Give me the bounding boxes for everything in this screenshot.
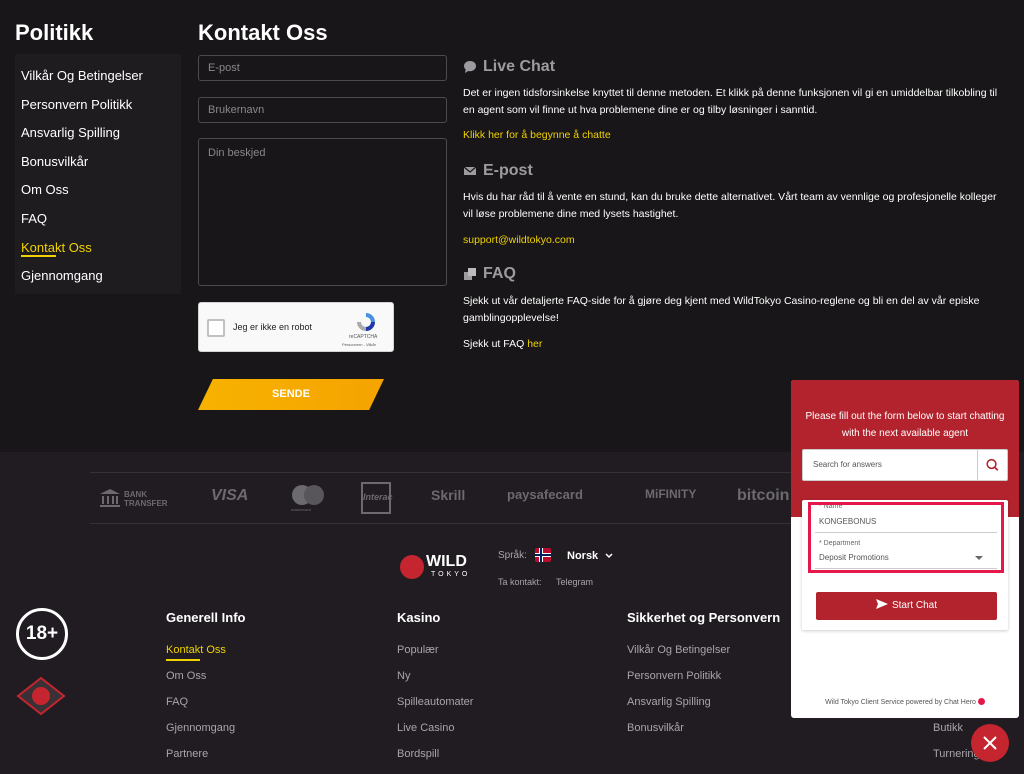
footer-link-bonus-terms[interactable]: Bonusvilkår xyxy=(627,722,684,734)
faq-cta-prefix: Sjekk ut FAQ xyxy=(463,338,528,350)
footer-link-shop[interactable]: Butikk xyxy=(933,722,963,734)
language-label: Språk: xyxy=(498,550,527,561)
norway-flag-icon xyxy=(535,548,551,562)
bank-icon xyxy=(100,489,120,507)
chat-intro-text: Please fill out the form below to start … xyxy=(805,411,1005,439)
payment-mastercard: mastercard xyxy=(291,507,312,512)
sidebar-item-responsible[interactable]: Ansvarlig Spilling xyxy=(21,125,120,140)
chat-search-placeholder: Search for answers xyxy=(813,460,882,469)
recaptcha-links[interactable]: Personvern - Vilkår xyxy=(342,342,376,347)
sidebar-item-review[interactable]: Gjennomgang xyxy=(21,268,103,283)
payment-mifinity: MiFINITY xyxy=(645,487,697,501)
active-underline xyxy=(21,255,56,257)
footer-link-review[interactable]: Gjennomgang xyxy=(166,722,235,734)
logo-wild: WILD xyxy=(426,553,467,570)
email-field[interactable]: E-post xyxy=(198,55,447,81)
language-select[interactable]: Norsk xyxy=(567,550,598,562)
footer-general-title: Generell Info xyxy=(166,610,246,625)
footer-link-contact[interactable]: Kontakt Oss xyxy=(166,644,226,656)
sidebar-item-terms[interactable]: Vilkår Og Betingelser xyxy=(21,68,143,83)
send-arrow-icon xyxy=(875,599,888,609)
recaptcha-checkbox[interactable] xyxy=(207,319,225,337)
footer-link-new[interactable]: Ny xyxy=(397,670,410,682)
footer-active-underline xyxy=(166,659,200,661)
payment-bank-transfer: BANK TRANSFER xyxy=(124,490,168,508)
recaptcha-logo-icon xyxy=(357,313,375,331)
faq-cta: Sjekk ut FAQ her xyxy=(463,336,1008,353)
chat-footer-text: Wild Tokyo Client Service powered by Cha… xyxy=(825,699,976,706)
email-text: Hvis du har råd til å vente en stund, ka… xyxy=(463,191,997,220)
sidebar-title: Politikk xyxy=(15,20,94,45)
faq-here-link[interactable]: her xyxy=(527,338,542,350)
sidebar-nav: Vilkår Og Betingelser Personvern Politik… xyxy=(15,54,181,294)
live-chat-title: Live Chat xyxy=(483,58,556,75)
sidebar-item-bonus-terms[interactable]: Bonusvilkår xyxy=(21,154,88,169)
footer-link-slots[interactable]: Spilleautomater xyxy=(397,696,473,708)
chat-search-input[interactable]: Search for answers xyxy=(802,449,1008,481)
sidebar-item-privacy[interactable]: Personvern Politikk xyxy=(21,97,132,112)
message-textarea[interactable]: Din beskjed xyxy=(198,138,447,286)
page-title: Kontakt Oss xyxy=(198,20,328,45)
responsible-gambling-badge-icon xyxy=(16,676,66,716)
footer-link-partners[interactable]: Partnere xyxy=(166,748,208,760)
footer-link-live-casino[interactable]: Live Casino xyxy=(397,722,454,734)
payment-paysafecard: paysafecard xyxy=(507,487,583,502)
chat-footer: Wild Tokyo Client Service powered by Cha… xyxy=(791,698,1019,706)
faq-icon xyxy=(464,268,476,280)
footer-casino-title: Kasino xyxy=(397,610,441,625)
logo-tokyo: TOKYO xyxy=(431,571,471,578)
payment-bitcoin: bitcoin xyxy=(737,487,790,504)
start-chat-button[interactable]: Start Chat xyxy=(816,592,997,620)
payment-interac: Interac xyxy=(361,482,393,514)
email-title: E-post xyxy=(483,162,533,179)
footer-link-privacy[interactable]: Personvern Politikk xyxy=(627,670,721,682)
footer-link-faq[interactable]: FAQ xyxy=(166,696,188,708)
username-field[interactable]: Brukernavn xyxy=(198,97,447,123)
footer-link-about[interactable]: Om Oss xyxy=(166,670,206,682)
payment-skrill: Skrill xyxy=(431,487,466,503)
footer-link-terms[interactable]: Vilkår Og Betingelser xyxy=(627,644,730,656)
faq-title: FAQ xyxy=(483,265,516,282)
send-button[interactable]: SENDE xyxy=(198,379,384,410)
recaptcha-brand: reCAPTCHA xyxy=(349,334,378,340)
footer-link-table-games[interactable]: Bordspill xyxy=(397,748,439,760)
highlight-frame xyxy=(808,502,1004,573)
envelope-icon xyxy=(463,166,477,175)
payment-visa: VISA xyxy=(211,487,249,504)
chevron-down-icon[interactable] xyxy=(604,551,614,561)
footer-security-title: Sikkerhet og Personvern xyxy=(627,610,781,625)
chat-bubble-icon xyxy=(464,61,476,73)
telegram-link[interactable]: Telegram xyxy=(556,577,593,587)
logo-circle-icon xyxy=(400,555,424,579)
recaptcha: Jeg er ikke en robot reCAPTCHA Personver… xyxy=(198,302,394,352)
sidebar-item-about[interactable]: Om Oss xyxy=(21,182,69,197)
sidebar-item-contact[interactable]: Kontakt Oss xyxy=(21,240,92,255)
age-18-badge: 18+ xyxy=(16,608,68,660)
faq-text: Sjekk ut vår detaljerte FAQ-side for å g… xyxy=(463,295,980,324)
chat-widget: Please fill out the form below to start … xyxy=(791,380,1019,718)
chat-close-button[interactable] xyxy=(971,724,1009,762)
live-chat-link[interactable]: Klikk her for å begynne å chatte xyxy=(463,127,1008,144)
live-chat-text: Det er ingen tidsforsinkelse knyttet til… xyxy=(463,87,998,116)
footer-link-responsible[interactable]: Ansvarlig Spilling xyxy=(627,696,711,708)
support-email-link[interactable]: support@wildtokyo.com xyxy=(463,232,1008,249)
start-chat-label: Start Chat xyxy=(891,600,938,611)
mastercard-icon xyxy=(292,485,324,505)
sidebar-item-faq[interactable]: FAQ xyxy=(21,211,47,226)
footer-link-popular[interactable]: Populær xyxy=(397,644,439,656)
contact-label: Ta kontakt: xyxy=(498,577,542,587)
status-dot-icon xyxy=(977,698,985,705)
close-icon xyxy=(983,736,997,750)
search-icon[interactable] xyxy=(977,450,1007,480)
recaptcha-label: Jeg er ikke en robot xyxy=(233,322,313,332)
